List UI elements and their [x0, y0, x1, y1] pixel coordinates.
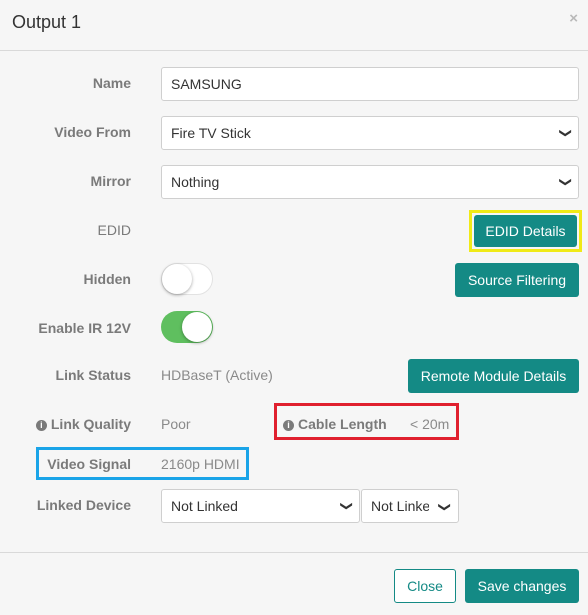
video-from-label: Video From	[54, 124, 131, 140]
footer-divider	[0, 552, 588, 553]
video-from-value: Fire TV Stick	[171, 125, 251, 141]
source-filtering-button[interactable]: Source Filtering	[455, 263, 579, 297]
close-button[interactable]: Close	[394, 569, 456, 603]
enable-ir-label: Enable IR 12V	[38, 320, 131, 336]
video-from-select[interactable]: Fire TV Stick ❯	[161, 116, 579, 150]
link-status-value: HDBaseT (Active)	[161, 367, 273, 383]
mirror-select[interactable]: Nothing ❯	[161, 165, 579, 199]
cable-length-value: < 20m	[410, 416, 450, 432]
name-input[interactable]: SAMSUNG	[161, 67, 579, 101]
chevron-down-icon: ❯	[558, 176, 573, 188]
video-signal-value: 2160p HDMI	[161, 456, 240, 472]
edid-label: EDID	[97, 222, 131, 238]
info-icon[interactable]: i	[283, 420, 294, 431]
chevron-down-icon: ❯	[558, 127, 573, 139]
link-status-label: Link Status	[55, 367, 131, 383]
toggle-knob	[182, 312, 212, 342]
video-signal-label: Video Signal	[47, 456, 131, 472]
edid-details-button[interactable]: EDID Details	[474, 215, 577, 247]
enable-ir-toggle[interactable]	[161, 311, 213, 343]
dialog-header: Output 1 ×	[0, 0, 588, 51]
linked-port-value: Not Linked	[371, 498, 438, 514]
link-quality-value: Poor	[161, 416, 191, 432]
info-icon[interactable]: i	[35, 420, 47, 431]
save-changes-button[interactable]: Save changes	[465, 569, 579, 603]
remote-module-details-button[interactable]: Remote Module Details	[408, 359, 579, 393]
linked-port-select[interactable]: Not Linked ❯	[361, 489, 459, 523]
linked-device-label: Linked Device	[36, 497, 131, 513]
name-label: Name	[92, 75, 131, 91]
toggle-knob	[162, 264, 192, 294]
linked-device-value: Not Linked	[171, 498, 238, 514]
hidden-label: Hidden	[83, 271, 131, 287]
mirror-value: Nothing	[171, 174, 220, 190]
dialog-title: Output 1	[12, 12, 82, 32]
chevron-down-icon: ❯	[339, 500, 354, 512]
close-icon[interactable]: ×	[569, 10, 578, 27]
cable-length-label: i Cable Length	[283, 416, 387, 432]
chevron-down-icon: ❯	[428, 499, 458, 513]
linked-device-select[interactable]: Not Linked ❯	[161, 489, 360, 523]
mirror-label: Mirror	[90, 173, 131, 189]
hidden-toggle[interactable]	[161, 263, 213, 295]
link-quality-label: i Link Quality	[35, 416, 131, 432]
